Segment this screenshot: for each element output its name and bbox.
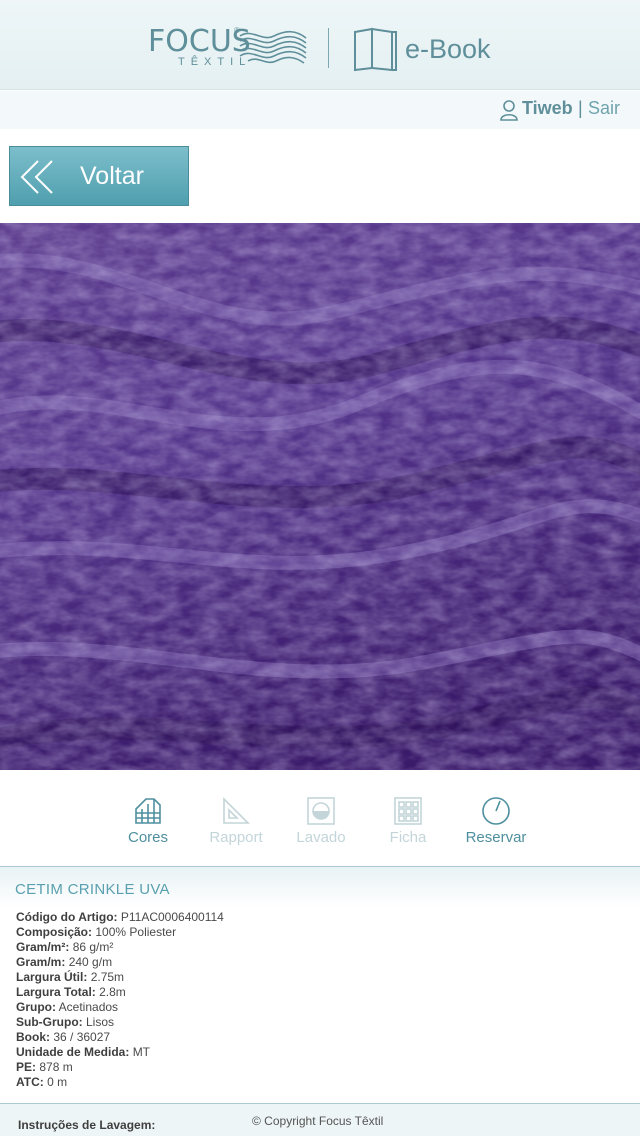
spec-row: Código do Artigo: P11AC0006400114 — [16, 910, 224, 925]
header-divider — [328, 28, 329, 68]
spec-row: Gram/m: 240 g/m — [16, 955, 224, 970]
spec-key: Book: — [16, 1030, 50, 1044]
fabric-image — [0, 223, 640, 770]
app-header: FOCUS ® TÊXTIL e-Book — [0, 0, 640, 90]
ebook-title: e-Book — [405, 34, 491, 64]
set-square-icon — [223, 797, 250, 824]
copyright-text: © Copyright Focus Têxtil — [252, 1114, 384, 1128]
tool-rapport[interactable]: Rapport — [196, 796, 276, 852]
spec-row: Grupo: Acetinados — [16, 1000, 224, 1015]
wash-instructions-label: Instruções de Lavagem: — [18, 1118, 156, 1132]
spec-key: Composição: — [16, 925, 93, 939]
tool-reservar[interactable]: Reservar — [456, 796, 536, 852]
spec-row: Sub-Grupo: Lisos — [16, 1015, 224, 1030]
washing-icon — [307, 797, 335, 825]
product-title: CETIM CRINKLE UVA — [15, 881, 170, 898]
spec-key: ATC: — [16, 1075, 44, 1089]
back-button[interactable]: Voltar — [9, 146, 189, 206]
spec-value: Acetinados — [58, 1000, 119, 1014]
spec-row: ATC: 0 m — [16, 1075, 224, 1090]
spec-row: Gram/m²: 86 g/m² — [16, 940, 224, 955]
spec-value: MT — [132, 1045, 151, 1059]
back-button-label: Voltar — [80, 162, 144, 190]
spec-row: Book: 36 / 36027 — [16, 1030, 224, 1045]
user-icon — [500, 100, 518, 121]
spec-row: PE: 878 m — [16, 1060, 224, 1075]
spec-row: Largura Útil: 2.75m — [16, 970, 224, 985]
spec-key: PE: — [16, 1060, 37, 1074]
palette-grid-icon — [135, 798, 161, 824]
spec-key: Gram/m: — [16, 955, 66, 969]
focus-textil-logo[interactable]: FOCUS ® TÊXTIL — [148, 24, 308, 70]
tool-ficha-label: Ficha — [389, 829, 427, 846]
tool-lavado[interactable]: Lavado — [281, 796, 361, 852]
spec-value: 240 g/m — [68, 955, 113, 969]
grid-sheet-icon — [394, 797, 422, 825]
waves-icon — [239, 30, 307, 64]
spec-row: Composição: 100% Poliester — [16, 925, 224, 940]
tool-lavado-label: Lavado — [296, 829, 346, 846]
product-specs: Código do Artigo: P11AC0006400114 Compos… — [16, 910, 224, 1090]
spec-value: 100% Poliester — [95, 925, 177, 939]
double-chevron-left-icon — [20, 160, 53, 194]
tool-rapport-label: Rapport — [209, 829, 263, 846]
user-name: Tiweb — [522, 98, 573, 118]
spec-key: Unidade de Medida: — [16, 1045, 130, 1059]
spec-value: 36 / 36027 — [53, 1030, 111, 1044]
spec-row: Largura Total: 2.8m — [16, 985, 224, 1000]
spec-key: Sub-Grupo: — [16, 1015, 83, 1029]
spec-key: Código do Artigo: — [16, 910, 118, 924]
logout-link[interactable]: Sair — [588, 98, 620, 119]
tool-cores[interactable]: Cores — [108, 796, 188, 852]
spec-key: Grupo: — [16, 1000, 56, 1014]
spec-key: Largura Total: — [16, 985, 96, 999]
spec-row: Unidade de Medida: MT — [16, 1045, 224, 1060]
spec-value: 0 m — [47, 1075, 68, 1089]
spec-key: Gram/m²: — [16, 940, 70, 954]
user-separator: | — [578, 98, 583, 118]
book-icon — [354, 27, 397, 72]
spec-value: P11AC0006400114 — [120, 910, 224, 924]
tool-ficha[interactable]: Ficha — [368, 796, 448, 852]
spec-value: 86 g/m² — [72, 940, 114, 954]
spec-value: 2.75m — [90, 970, 125, 984]
spec-key: Largura Útil: — [16, 970, 88, 984]
spec-value: Lisos — [86, 1015, 115, 1029]
spec-value: 878 m — [39, 1060, 73, 1074]
clock-icon — [482, 797, 510, 825]
tool-cores-label: Cores — [127, 829, 168, 846]
spec-value: 2.8m — [99, 985, 126, 999]
tool-reservar-label: Reservar — [465, 829, 527, 846]
